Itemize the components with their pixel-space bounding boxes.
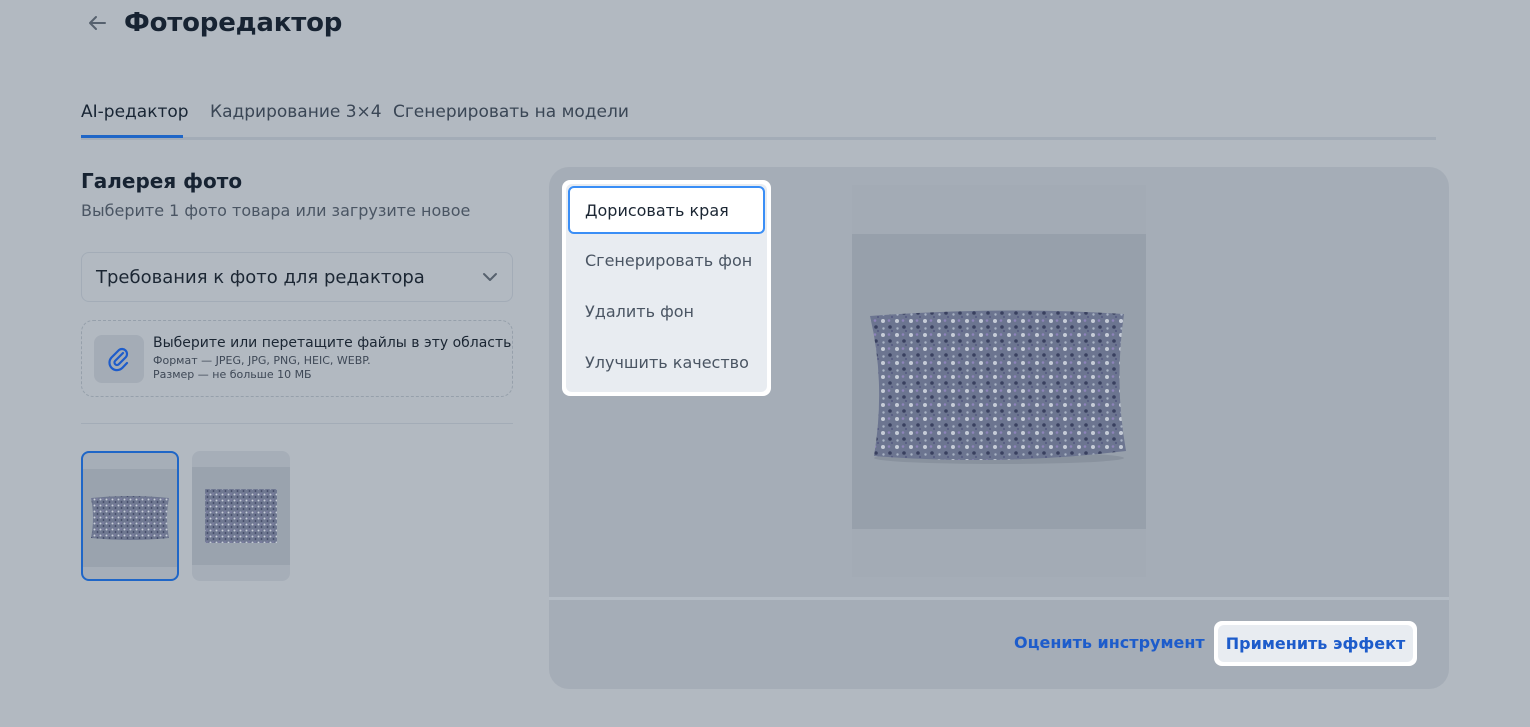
- photo-thumbnail-2[interactable]: [192, 451, 290, 581]
- upload-icon-box: [94, 334, 144, 383]
- photo-requirements-label: Требования к фото для редактора: [96, 266, 425, 288]
- photo-requirements-dropdown[interactable]: Требования к фото для редактора: [81, 252, 513, 302]
- photo-thumbnail-1[interactable]: [81, 451, 179, 581]
- tool-enhance-quality[interactable]: Улучшить качество: [568, 337, 765, 388]
- pillow-image: [91, 496, 169, 540]
- tool-extend-edges[interactable]: Дорисовать края: [568, 186, 765, 234]
- file-upload-area[interactable]: Выберите или перетащите файлы в эту обла…: [81, 320, 513, 397]
- pillow-preview-image: [870, 310, 1126, 464]
- editor-footer-divider: [549, 597, 1449, 600]
- upload-size-hint: Размер — не больше 10 МБ: [153, 368, 312, 381]
- gallery-title: Галерея фото: [81, 169, 243, 193]
- apply-effect-label: Применить эффект: [1218, 625, 1413, 662]
- apply-effect-button[interactable]: Применить эффект: [1214, 621, 1417, 666]
- ai-tools-menu: Дорисовать края Сгенерировать фон Удалит…: [562, 180, 771, 396]
- page-title: Фоторедактор: [124, 8, 343, 38]
- tab-ai-editor[interactable]: AI-редактор: [81, 102, 189, 122]
- pillowcase-image: [205, 489, 277, 543]
- arrow-left-icon: [89, 16, 106, 30]
- paperclip-icon: [108, 347, 129, 371]
- photo-preview: [852, 185, 1146, 577]
- tool-remove-background[interactable]: Удалить фон: [568, 286, 765, 337]
- thumbnail-image-2: [192, 467, 290, 565]
- back-button[interactable]: [86, 12, 108, 34]
- gallery-subtitle: Выберите 1 фото товара или загрузите нов…: [81, 201, 471, 220]
- thumbnail-image-1: [83, 469, 177, 567]
- tab-generate-on-model[interactable]: Сгенерировать на модели: [393, 102, 629, 122]
- chevron-down-icon: [483, 273, 497, 281]
- gallery-divider: [81, 423, 513, 424]
- rate-tool-button[interactable]: Оценить инструмент: [1014, 633, 1205, 652]
- tab-bar: AI-редактор Кадрирование 3×4 Сгенерирова…: [81, 100, 1436, 140]
- tab-crop-3x4[interactable]: Кадрирование 3×4: [210, 102, 382, 122]
- upload-instruction: Выберите или перетащите файлы в эту обла…: [153, 335, 512, 351]
- upload-format-hint: Формат — JPEG, JPG, PNG, HEIC, WEBP.: [153, 354, 371, 367]
- active-tab-indicator: [81, 135, 183, 138]
- tool-generate-background[interactable]: Сгенерировать фон: [568, 235, 765, 286]
- page-header: Фоторедактор: [86, 8, 342, 38]
- preview-image-area: [852, 234, 1146, 529]
